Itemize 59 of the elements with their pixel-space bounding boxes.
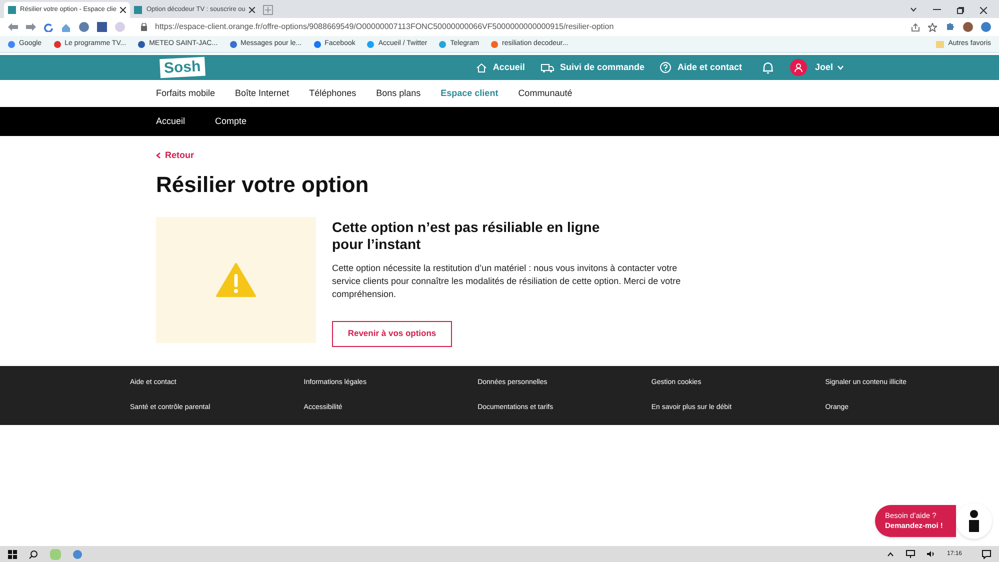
minimize-icon[interactable]	[933, 7, 941, 12]
sosh-logo[interactable]: Sosh	[160, 56, 206, 78]
puzzle-icon[interactable]	[945, 22, 955, 32]
back-link[interactable]: Retour	[156, 149, 843, 162]
page-title: Résilier votre option	[156, 174, 370, 196]
nav-tab[interactable]: Communauté	[518, 86, 572, 100]
forward-icon[interactable]	[26, 23, 36, 31]
search-icon[interactable]	[29, 550, 38, 558]
truck-icon	[540, 62, 554, 72]
bookmark-icon	[54, 40, 61, 48]
home-icon	[476, 62, 487, 72]
warning-icon	[216, 262, 256, 296]
bookmark-icon	[439, 40, 446, 48]
profile-avatar[interactable]	[963, 22, 973, 32]
user-avatar[interactable]	[790, 59, 807, 76]
windows-icon[interactable]	[8, 550, 17, 558]
bookmark-icon	[367, 40, 374, 48]
lock-icon	[141, 23, 147, 31]
site-icon	[8, 6, 16, 14]
bookmark-icon	[8, 40, 15, 48]
browser-icon[interactable]	[73, 550, 82, 558]
network-icon[interactable]	[906, 550, 915, 558]
notification-icon[interactable]	[982, 550, 991, 558]
bookmark-icon	[491, 40, 498, 48]
bell-icon[interactable]	[762, 61, 774, 74]
chevron-left-icon	[156, 152, 161, 160]
nav-tab[interactable]: Forfaits mobile	[156, 86, 216, 100]
user-name[interactable]: Joel	[814, 60, 833, 74]
close-icon[interactable]	[980, 7, 987, 14]
nav-tab[interactable]: Bons plans	[376, 86, 421, 100]
header-link[interactable]: Suivi de commande	[540, 60, 644, 74]
reload-icon[interactable]	[44, 22, 53, 32]
bookmark-icon	[138, 40, 146, 48]
bookmark-icon	[230, 40, 237, 48]
header-link[interactable]: Accueil	[476, 60, 525, 74]
subnav-link[interactable]: Compte	[215, 114, 247, 128]
site-icon	[134, 6, 142, 14]
back-icon[interactable]	[8, 23, 18, 31]
subnav-link[interactable]: Accueil	[156, 114, 186, 128]
back-to-options-button[interactable]: Revenir à vos options	[332, 320, 452, 346]
home-icon[interactable]	[61, 22, 71, 32]
bookmark-icon	[314, 40, 321, 48]
header-link[interactable]: Aide et contact	[660, 60, 742, 74]
notice-heading: Cette option n’est pas résiliable en ligne pour l’instant	[332, 218, 601, 252]
chevron-up-icon[interactable]	[886, 552, 894, 556]
restore-icon[interactable]	[957, 7, 964, 14]
close-icon[interactable]	[249, 7, 256, 13]
chevron-down-icon[interactable]	[910, 7, 917, 12]
person-icon	[968, 510, 980, 532]
folder-icon	[936, 40, 944, 48]
notice-text: Cette option nécessite la restitution d’un matériel : nous vous invitons à contacter votre service clients pour connaître les modalités de résiliation de cette option. Merci de votre compréhension.	[332, 262, 682, 300]
share-icon[interactable]	[911, 22, 920, 32]
close-icon[interactable]	[120, 7, 126, 13]
star-icon[interactable]	[928, 22, 937, 32]
help-icon	[660, 62, 672, 73]
nav-tab[interactable]: Boîte Internet	[235, 86, 290, 100]
url-field[interactable]: https://espace-client.orange.fr/offre-options/9088669549/O00000007113FONC50000000066VF5000000000000915/resilier-option	[155, 21, 903, 33]
nav-tab[interactable]: Téléphones	[309, 86, 356, 100]
speaker-icon[interactable]	[926, 550, 935, 558]
